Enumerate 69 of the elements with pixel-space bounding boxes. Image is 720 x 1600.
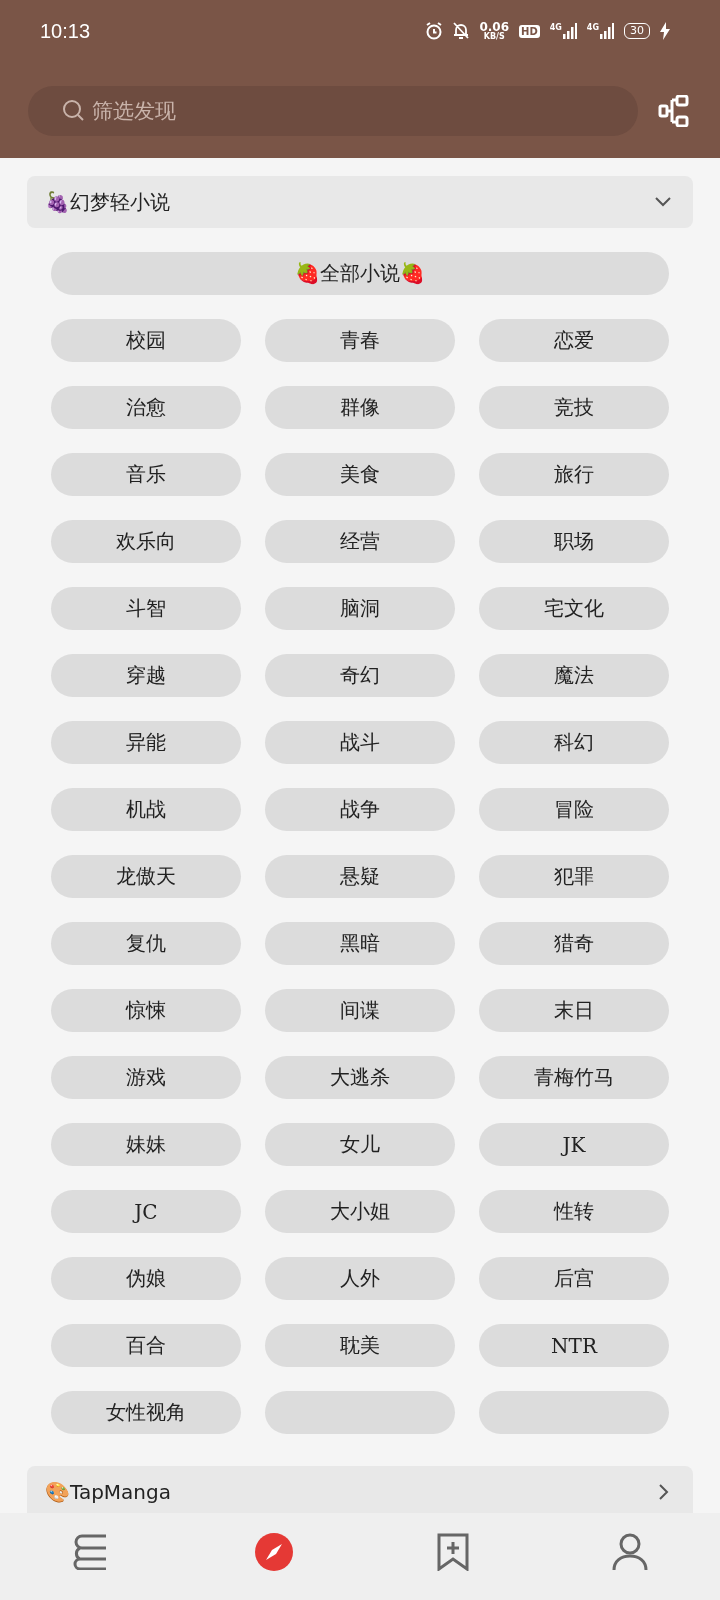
network-type: 4G <box>586 23 599 32</box>
genre-chip[interactable]: JC <box>51 1190 241 1233</box>
genre-chip[interactable]: 惊悚 <box>51 989 241 1032</box>
battery-indicator: 30 <box>624 23 650 39</box>
genre-chip[interactable]: 音乐 <box>51 453 241 496</box>
genre-chip[interactable]: 脑洞 <box>265 587 455 630</box>
genre-chip[interactable]: 校园 <box>51 319 241 362</box>
genre-chip[interactable]: 百合 <box>51 1324 241 1367</box>
genre-chip[interactable]: 悬疑 <box>265 855 455 898</box>
genre-chip[interactable]: 科幻 <box>479 721 669 764</box>
genre-chip[interactable]: 职场 <box>479 520 669 563</box>
genre-chip[interactable]: 大逃杀 <box>265 1056 455 1099</box>
genre-chip[interactable]: 美食 <box>265 453 455 496</box>
genre-chip[interactable]: 妹妹 <box>51 1123 241 1166</box>
genre-chip[interactable]: 经营 <box>265 520 455 563</box>
category-title: 🎨TapManga <box>45 1479 172 1504</box>
alarm-icon <box>425 22 444 40</box>
genre-chip[interactable]: 穿越 <box>51 654 241 697</box>
genre-chip[interactable]: 青春 <box>265 319 455 362</box>
genre-chip[interactable]: 奇幻 <box>265 654 455 697</box>
net-speed-unit: KB/S <box>483 33 505 41</box>
genre-chip[interactable]: 耽美 <box>265 1324 455 1367</box>
genre-chip[interactable]: 伪娘 <box>51 1257 241 1300</box>
genre-chip[interactable]: 旅行 <box>479 453 669 496</box>
genre-chip[interactable]: 竞技 <box>479 386 669 429</box>
category-header[interactable]: 🎨TapManga <box>27 1466 693 1513</box>
genre-chip[interactable]: 斗智 <box>51 587 241 630</box>
category-header[interactable]: 🍇幻梦轻小说 <box>27 176 693 228</box>
genre-chip[interactable]: 女性视角 <box>51 1391 241 1434</box>
net-speed: 0.06 <box>479 21 510 33</box>
genre-chip[interactable]: 女儿 <box>265 1123 455 1166</box>
genre-chip[interactable]: 青梅竹马 <box>479 1056 669 1099</box>
genre-chip[interactable]: 间谍 <box>265 989 455 1032</box>
genre-chip[interactable]: 欢乐向 <box>51 520 241 563</box>
signal-icon <box>562 23 577 39</box>
genre-chip[interactable]: 黑暗 <box>265 922 455 965</box>
status-time: 10:13 <box>40 19 92 43</box>
genre-chip[interactable]: 治愈 <box>51 386 241 429</box>
search-icon <box>62 99 86 123</box>
genre-chip[interactable]: 人外 <box>265 1257 455 1300</box>
genre-chip[interactable]: NTR <box>479 1324 669 1367</box>
bell-off-icon <box>453 22 470 40</box>
network-type: 4G <box>549 23 562 32</box>
genre-chip[interactable]: 犯罪 <box>479 855 669 898</box>
genre-chip[interactable]: 恋爱 <box>479 319 669 362</box>
genre-chip[interactable]: 魔法 <box>479 654 669 697</box>
genre-chip[interactable]: 游戏 <box>51 1056 241 1099</box>
all-novels-chip[interactable]: 🍓全部小说🍓 <box>51 252 669 295</box>
tree-structure-icon[interactable] <box>658 95 690 127</box>
charging-icon <box>660 22 670 40</box>
genre-chip[interactable]: 末日 <box>479 989 669 1032</box>
signal-icon <box>600 23 614 39</box>
genre-chip[interactable]: 机战 <box>51 788 241 831</box>
hd-badge: HD <box>519 24 540 38</box>
genre-chip[interactable]: JK <box>479 1123 669 1166</box>
genre-chip[interactable]: 性转 <box>479 1190 669 1233</box>
genre-chip[interactable]: 冒险 <box>479 788 669 831</box>
genre-chip[interactable]: 宅文化 <box>479 587 669 630</box>
genre-chip[interactable]: 复仇 <box>51 922 241 965</box>
genre-chip[interactable]: 后宫 <box>479 1257 669 1300</box>
genre-chip[interactable]: 大小姐 <box>265 1190 455 1233</box>
genre-chip[interactable]: 猎奇 <box>479 922 669 965</box>
genre-chip[interactable]: 战争 <box>265 788 455 831</box>
genre-chip[interactable]: 群像 <box>265 386 455 429</box>
genre-chip[interactable]: 战斗 <box>265 721 455 764</box>
search-field[interactable]: 筛选发现 <box>28 86 638 136</box>
genre-chip[interactable]: 龙傲天 <box>51 855 241 898</box>
genre-chip[interactable]: 异能 <box>51 721 241 764</box>
category-title: 🍇幻梦轻小说 <box>45 188 171 216</box>
